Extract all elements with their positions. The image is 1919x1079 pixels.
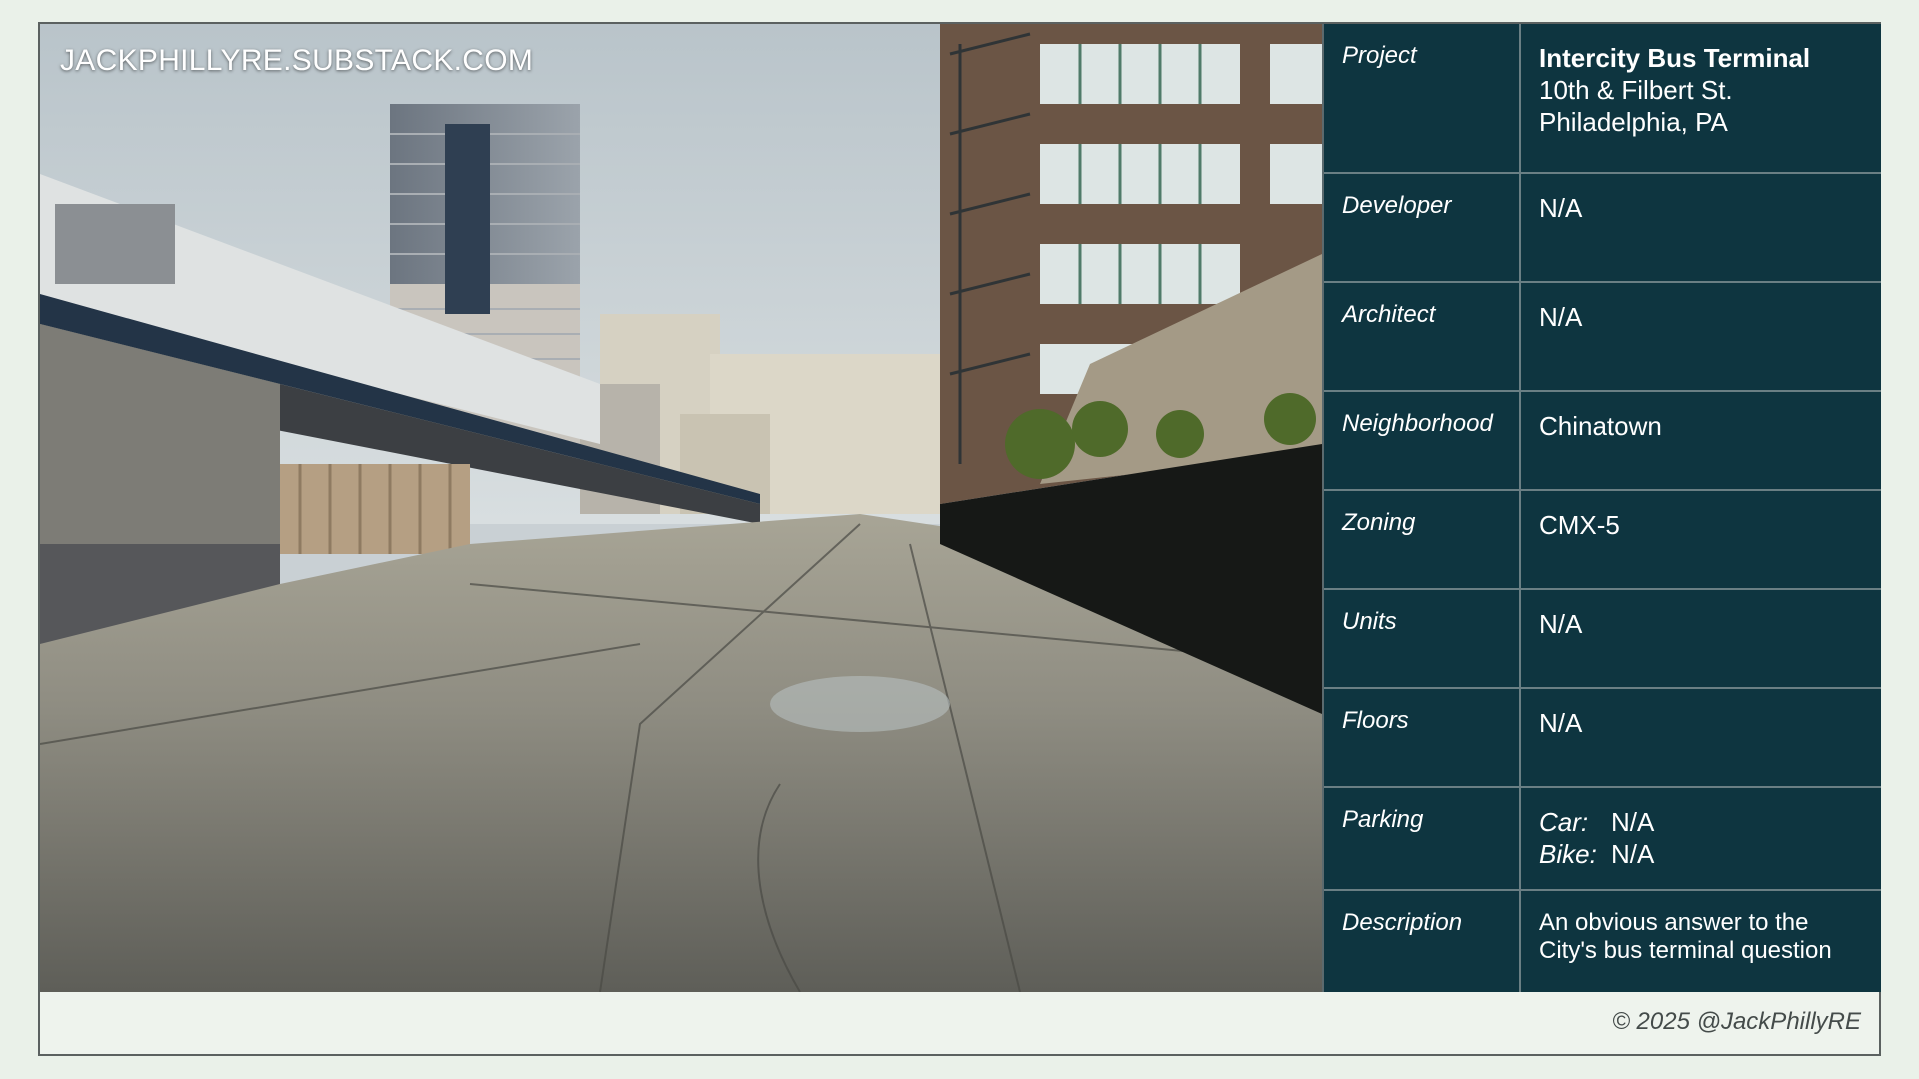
- project-address: 10th & Filbert St.: [1539, 75, 1733, 105]
- column-divider: [1519, 491, 1521, 588]
- neighborhood-label: Neighborhood: [1342, 410, 1493, 437]
- row-developer: Developer N/A: [1324, 174, 1881, 283]
- parking-bike-value: N/A: [1611, 839, 1655, 869]
- description-label: Description: [1342, 909, 1463, 936]
- developer-value: N/A: [1539, 193, 1583, 223]
- parking-value: Car: N/A Bike: N/A: [1539, 806, 1869, 870]
- parking-car-line: Car: N/A: [1539, 806, 1869, 838]
- project-label: Project: [1342, 42, 1417, 69]
- parking-label: Parking: [1342, 806, 1424, 833]
- row-architect: Architect N/A: [1324, 283, 1881, 392]
- description-line-1: An obvious answer to the: [1539, 909, 1809, 936]
- column-divider: [1519, 590, 1521, 687]
- row-description: Description An obvious answer to the Cit…: [1324, 891, 1881, 992]
- row-zoning: Zoning CMX-5: [1324, 491, 1881, 590]
- row-floors: Floors N/A: [1324, 689, 1881, 788]
- watermark-text: JACKPHILLYRE.SUBSTACK.COM: [60, 44, 534, 77]
- parking-car-label: Car:: [1539, 807, 1589, 837]
- architect-value: N/A: [1539, 302, 1583, 332]
- column-divider: [1519, 689, 1521, 786]
- description-line-2: City's bus terminal question: [1539, 937, 1832, 964]
- info-card: JACKPHILLYRE.SUBSTACK.COM Project Interc…: [38, 22, 1881, 1056]
- zoning-label: Zoning: [1342, 509, 1416, 536]
- column-divider: [1519, 24, 1521, 172]
- floors-label: Floors: [1342, 707, 1409, 734]
- site-photo-illustration: [40, 24, 1322, 992]
- site-photo: JACKPHILLYRE.SUBSTACK.COM: [40, 24, 1322, 992]
- column-divider: [1519, 283, 1521, 390]
- project-info-table: Project Intercity Bus Terminal 10th & Fi…: [1322, 24, 1881, 992]
- parking-car-value: N/A: [1611, 807, 1655, 837]
- project-name: Intercity Bus Terminal: [1539, 43, 1811, 73]
- column-divider: [1519, 174, 1521, 281]
- floors-value: N/A: [1539, 708, 1583, 738]
- copyright-footer: © 2025 @JackPhillyRE: [1612, 1008, 1861, 1035]
- parking-bike-label: Bike:: [1539, 839, 1597, 869]
- row-project: Project Intercity Bus Terminal 10th & Fi…: [1324, 24, 1881, 174]
- column-divider: [1519, 392, 1521, 489]
- project-city: Philadelphia, PA: [1539, 107, 1728, 137]
- description-value: An obvious answer to the City's bus term…: [1539, 909, 1869, 965]
- developer-label: Developer: [1342, 192, 1452, 219]
- units-label: Units: [1342, 608, 1397, 635]
- zoning-value: CMX-5: [1539, 510, 1620, 540]
- neighborhood-value: Chinatown: [1539, 411, 1662, 441]
- row-units: Units N/A: [1324, 590, 1881, 689]
- parking-bike-line: Bike: N/A: [1539, 838, 1869, 870]
- row-parking: Parking Car: N/A Bike: N/A: [1324, 788, 1881, 891]
- column-divider: [1519, 891, 1521, 992]
- project-value: Intercity Bus Terminal 10th & Filbert St…: [1539, 42, 1869, 138]
- column-divider: [1519, 788, 1521, 889]
- row-neighborhood: Neighborhood Chinatown: [1324, 392, 1881, 491]
- units-value: N/A: [1539, 609, 1583, 639]
- architect-label: Architect: [1342, 301, 1436, 328]
